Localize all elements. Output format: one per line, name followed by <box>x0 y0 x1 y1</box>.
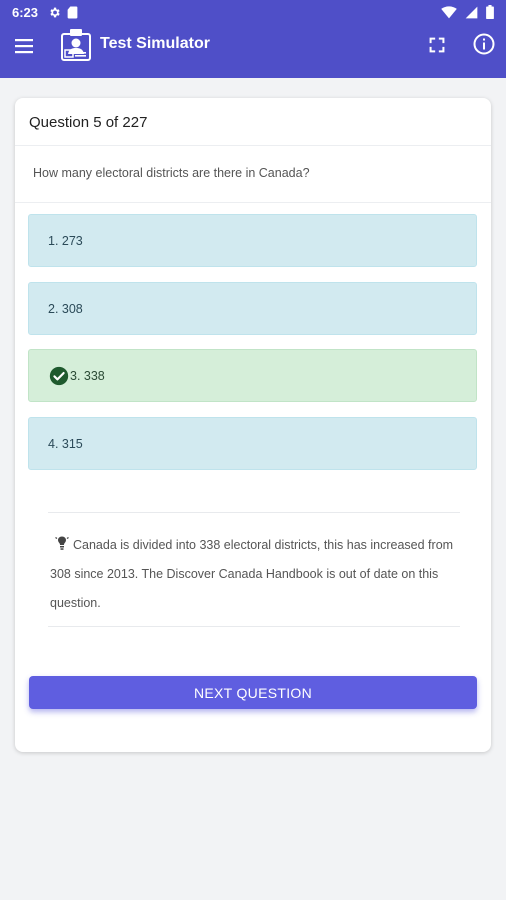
app-logo-icon <box>61 29 91 61</box>
app-title: Test Simulator <box>100 35 210 52</box>
answer-option-1[interactable]: 1. 273 <box>28 214 477 267</box>
fullscreen-icon[interactable] <box>426 34 448 56</box>
status-bar: 6:23 <box>0 0 506 24</box>
question-card: Question 5 of 227 How many electoral dis… <box>15 98 491 752</box>
answer-option-4[interactable]: 4. 315 <box>28 417 477 470</box>
answer-label: 2. 308 <box>48 301 83 316</box>
answer-option-3-correct[interactable]: 3. 338 <box>28 349 477 402</box>
status-time: 6:23 <box>12 4 39 20</box>
answer-label: 1. 273 <box>48 233 83 248</box>
signal-icon <box>465 6 478 18</box>
question-counter: Question 5 of 227 <box>15 98 491 146</box>
toolbar: Test Simulator <box>0 26 506 66</box>
info-icon[interactable] <box>472 32 496 56</box>
menu-icon[interactable] <box>12 34 36 58</box>
app-bar: 6:23 Test Simulator <box>0 0 506 78</box>
next-question-button[interactable]: NEXT QUESTION <box>29 676 477 709</box>
explanation-text: Canada is divided into 338 electoral dis… <box>50 538 454 610</box>
lightbulb-icon <box>55 536 69 550</box>
sd-card-icon <box>67 6 78 18</box>
settings-icon <box>50 7 60 17</box>
answer-label: 4. 315 <box>48 436 83 451</box>
check-circle-icon <box>49 366 69 385</box>
battery-icon <box>486 5 494 19</box>
answer-label: 3. 338 <box>70 368 105 383</box>
wifi-icon <box>441 5 457 18</box>
answer-option-2[interactable]: 2. 308 <box>28 282 477 335</box>
explanation-box: Canada is divided into 338 electoral dis… <box>48 512 460 627</box>
question-text: How many electoral districts are there i… <box>15 146 491 203</box>
